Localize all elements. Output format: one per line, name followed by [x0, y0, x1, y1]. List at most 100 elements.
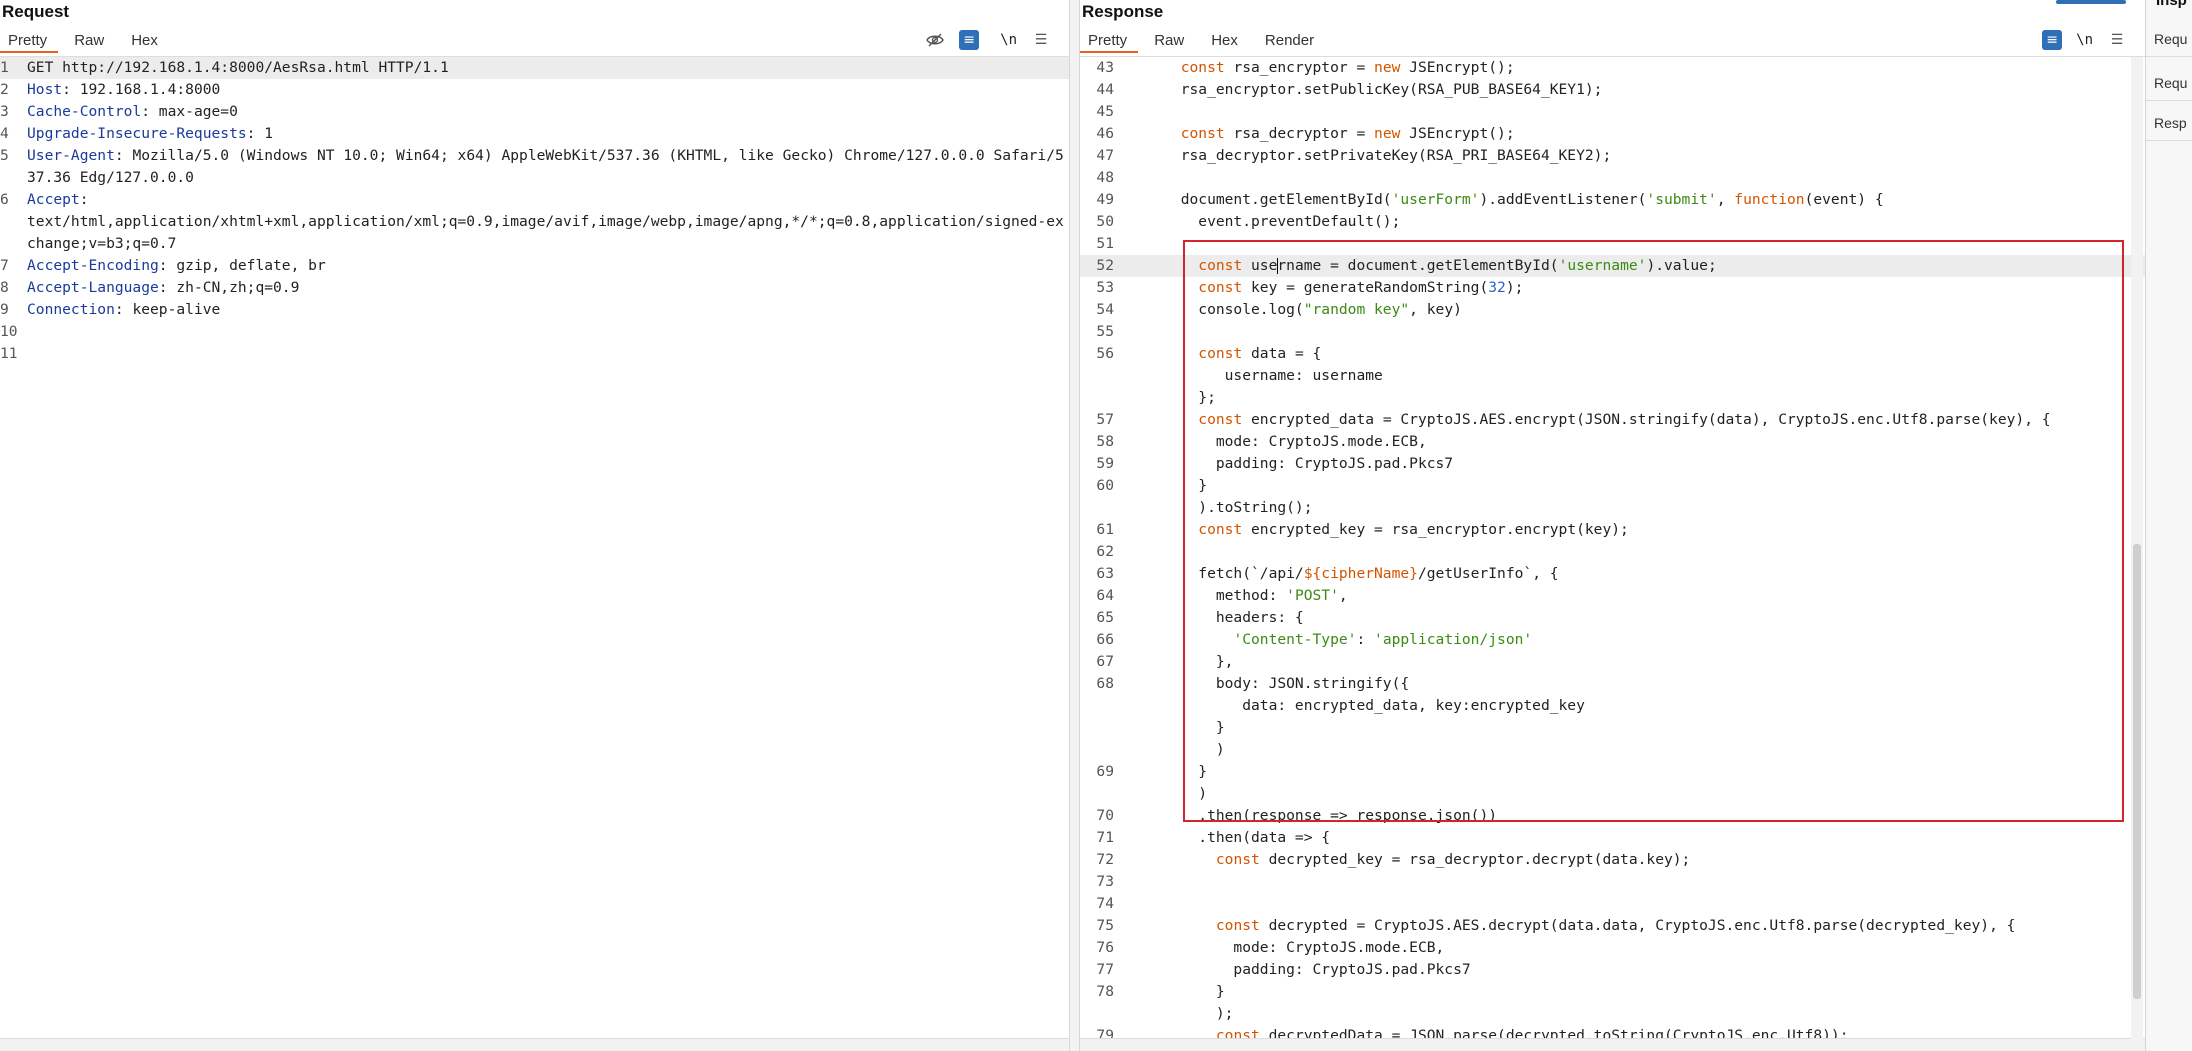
response-tab-hex[interactable]: Hex	[1203, 27, 1257, 55]
response-scrollbar-thumb[interactable]	[2133, 544, 2141, 999]
code-line[interactable]: 3 Cache-Control: max-age=0	[0, 101, 1069, 123]
code-line[interactable]: };	[1080, 387, 2145, 409]
code-line[interactable]: 47 rsa_decryptor.setPrivateKey(RSA_PRI_B…	[1080, 145, 2145, 167]
code-line[interactable]: 54 console.log("random key", key)	[1080, 299, 2145, 321]
code-token: .then(data => {	[1128, 829, 1331, 846]
request-search-bar[interactable]	[0, 1038, 1069, 1051]
wrap-lines-icon[interactable]: ≡	[2042, 30, 2063, 50]
code-line[interactable]: 62	[1080, 541, 2145, 563]
inspector-tab-response-headers[interactable]: Resp	[2154, 115, 2187, 131]
code-line[interactable]: 49 document.getElementById('userForm').a…	[1080, 189, 2145, 211]
newline-toggle-icon[interactable]: \n	[2076, 30, 2093, 50]
code-line[interactable]: 72 const decrypted_key = rsa_decryptor.d…	[1080, 849, 2145, 871]
code-line[interactable]: 67 },	[1080, 651, 2145, 673]
code-line[interactable]: 64 method: 'POST',	[1080, 585, 2145, 607]
code-line[interactable]: )	[1080, 739, 2145, 761]
wrap-lines-icon[interactable]: ≡	[959, 30, 980, 50]
code-text: console.log("random key", key)	[1128, 299, 2145, 321]
request-tab-raw[interactable]: Raw	[66, 27, 123, 55]
code-line[interactable]: 9 Connection: keep-alive	[0, 299, 1069, 321]
menu-icon[interactable]: ☰	[1031, 30, 1051, 50]
request-tabs: Pretty Raw Hex	[0, 27, 177, 55]
code-line[interactable]: 76 mode: CryptoJS.mode.ECB,	[1080, 937, 2145, 959]
code-line[interactable]: 10	[0, 321, 1069, 343]
code-line[interactable]: );	[1080, 1003, 2145, 1025]
response-tab-pretty[interactable]: Pretty	[1080, 27, 1146, 55]
code-line[interactable]: 6 Accept: text/html,application/xhtml+xml…	[0, 189, 1069, 255]
code-token: }	[1128, 763, 1208, 780]
code-text: },	[1128, 651, 2145, 673]
code-line[interactable]: 55	[1080, 321, 2145, 343]
code-line[interactable]: 78 }	[1080, 981, 2145, 1003]
code-line[interactable]: 65 headers: {	[1080, 607, 2145, 629]
code-line[interactable]: 48	[1080, 167, 2145, 189]
code-line[interactable]: 50 event.preventDefault();	[1080, 211, 2145, 233]
code-text: mode: CryptoJS.mode.ECB,	[1128, 431, 2145, 453]
code-line[interactable]: 51	[1080, 233, 2145, 255]
code-line[interactable]: 70 .then(response => response.json())	[1080, 805, 2145, 827]
code-line[interactable]: 69 }	[1080, 761, 2145, 783]
newline-toggle-icon[interactable]: \n	[993, 30, 1017, 50]
code-line[interactable]: 77 padding: CryptoJS.pad.Pkcs7	[1080, 959, 2145, 981]
line-number: 9	[0, 301, 9, 318]
code-line[interactable]: 46 const rsa_decryptor = new JSEncrypt()…	[1080, 123, 2145, 145]
code-line[interactable]: 53 const key = generateRandomString(32);	[1080, 277, 2145, 299]
code-line[interactable]: 58 mode: CryptoJS.mode.ECB,	[1080, 431, 2145, 453]
menu-icon[interactable]: ☰	[2107, 30, 2127, 50]
hide-eye-icon[interactable]	[925, 30, 945, 50]
response-scrollbar[interactable]	[2131, 57, 2143, 1039]
code-text: const key = generateRandomString(32);	[1128, 277, 2145, 299]
code-line[interactable]: 4 Upgrade-Insecure-Requests: 1	[0, 123, 1069, 145]
request-tab-pretty[interactable]: Pretty	[0, 27, 66, 55]
code-line[interactable]: 8 Accept-Language: zh-CN,zh;q=0.9	[0, 277, 1069, 299]
code-line[interactable]: 45	[1080, 101, 2145, 123]
request-editor[interactable]: 1 GET http://192.168.1.4:8000/AesRsa.html…	[0, 57, 1069, 1039]
line-number: 54	[1096, 301, 1114, 318]
code-line[interactable]: 61 const encrypted_key = rsa_encryptor.e…	[1080, 519, 2145, 541]
code-line[interactable]: 63 fetch(`/api/${cipherName}/getUserInfo…	[1080, 563, 2145, 585]
code-line[interactable]: 59 padding: CryptoJS.pad.Pkcs7	[1080, 453, 2145, 475]
code-line[interactable]: }	[1080, 717, 2145, 739]
inspector-toggle[interactable]	[2056, 0, 2126, 4]
line-number: 53	[1096, 279, 1114, 296]
response-editor[interactable]: 43 const rsa_encryptor = new JSEncrypt()…	[1080, 57, 2145, 1039]
code-line[interactable]: 7 Accept-Encoding: gzip, deflate, br	[0, 255, 1069, 277]
inspector-tab-request-attributes[interactable]: Requ	[2154, 31, 2187, 47]
code-token: data = {	[1242, 345, 1322, 362]
response-search-bar[interactable]	[1080, 1038, 2145, 1051]
inspector-tab-request-headers[interactable]: Requ	[2154, 75, 2187, 91]
code-line[interactable]: 57 const encrypted_data = CryptoJS.AES.e…	[1080, 409, 2145, 431]
code-line[interactable]: 75 const decrypted = CryptoJS.AES.decryp…	[1080, 915, 2145, 937]
response-tab-raw[interactable]: Raw	[1146, 27, 1203, 55]
code-line[interactable]: 52 const username = document.getElementB…	[1080, 255, 2145, 277]
code-line[interactable]: 60 }	[1080, 475, 2145, 497]
code-line[interactable]: 5 User-Agent: Mozilla/5.0 (Windows NT 10.…	[0, 145, 1069, 189]
code-line[interactable]: 74	[1080, 893, 2145, 915]
inspector-divider	[2146, 56, 2192, 57]
code-line[interactable]: 79 const decryptedData = JSON.parse(decr…	[1080, 1025, 2145, 1039]
response-tab-render[interactable]: Render	[1257, 27, 1333, 55]
code-line[interactable]: 11	[0, 343, 1069, 365]
code-line[interactable]: 73	[1080, 871, 2145, 893]
code-line[interactable]: 71 .then(data => {	[1080, 827, 2145, 849]
code-token: function	[1734, 191, 1805, 208]
code-line[interactable]: 1 GET http://192.168.1.4:8000/AesRsa.html…	[0, 57, 1069, 79]
line-number: 47	[1096, 147, 1114, 164]
code-line[interactable]: 43 const rsa_encryptor = new JSEncrypt()…	[1080, 57, 2145, 79]
code-line[interactable]: 2 Host: 192.168.1.4:8000	[0, 79, 1069, 101]
code-line[interactable]: 44 rsa_encryptor.setPublicKey(RSA_PUB_BA…	[1080, 79, 2145, 101]
code-line[interactable]: 68 body: JSON.stringify({	[1080, 673, 2145, 695]
code-line[interactable]: 56 const data = {	[1080, 343, 2145, 365]
code-token: User-Agent	[27, 147, 115, 164]
code-line[interactable]: )	[1080, 783, 2145, 805]
code-line[interactable]: 66 'Content-Type': 'application/json'	[1080, 629, 2145, 651]
request-tab-hex[interactable]: Hex	[123, 27, 177, 55]
code-line[interactable]: ).toString();	[1080, 497, 2145, 519]
code-text: }	[1128, 981, 2145, 1003]
pane-splitter[interactable]	[1069, 0, 1080, 1051]
code-line[interactable]: data: encrypted_data, key:encrypted_key	[1080, 695, 2145, 717]
code-text: GET http://192.168.1.4:8000/AesRsa.html …	[20, 57, 1069, 79]
code-token: : zh-CN,zh;q=0.9	[158, 279, 300, 296]
code-line[interactable]: username: username	[1080, 365, 2145, 387]
